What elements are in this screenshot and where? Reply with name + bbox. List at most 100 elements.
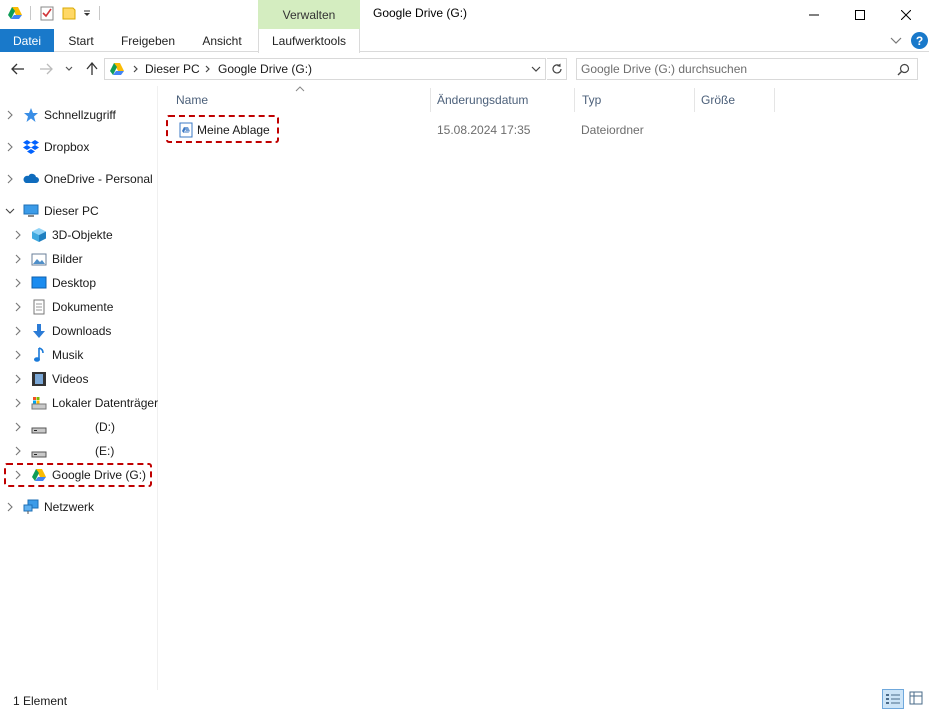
refresh-button[interactable] — [547, 58, 567, 80]
chevron-right-icon[interactable] — [13, 230, 23, 240]
tab-ansicht[interactable]: Ansicht — [193, 29, 251, 52]
breadcrumb-google-drive[interactable]: Google Drive (G:) — [218, 62, 312, 76]
chevron-right-icon[interactable] — [13, 302, 23, 312]
column-header-name[interactable]: Name — [176, 93, 208, 107]
maximize-button[interactable] — [837, 0, 883, 29]
chevron-down-icon — [531, 66, 541, 72]
file-name: Meine Ablage — [197, 123, 270, 137]
sidebar-item-downloads[interactable]: Downloads — [0, 320, 158, 342]
tab-freigeben[interactable]: Freigeben — [112, 29, 184, 52]
sidebar-item-dokumente[interactable]: Dokumente — [0, 296, 158, 318]
back-button[interactable] — [8, 59, 28, 79]
sidebar-item-label: Schnellzugriff — [44, 108, 116, 122]
sidebar-item-dieser-pc[interactable]: Dieser PC — [0, 200, 158, 222]
chevron-right-icon[interactable] — [5, 174, 15, 184]
sidebar-item-drive-d[interactable]: (D:) — [0, 416, 158, 438]
sidebar-item-label: Netzwerk — [44, 500, 95, 514]
sidebar-item-schnellzugriff[interactable]: Schnellzugriff — [0, 104, 158, 126]
item-count: 1 Element — [13, 694, 68, 708]
sidebar-item-label: Dokumente — [52, 300, 114, 314]
chevron-right-icon[interactable] — [205, 65, 211, 73]
chevron-right-icon[interactable] — [5, 502, 15, 512]
breadcrumb-dieser-pc[interactable]: Dieser PC — [145, 62, 200, 76]
minimize-button[interactable] — [791, 0, 837, 29]
chevron-right-icon[interactable] — [13, 350, 23, 360]
sidebar-item-label: Bilder — [52, 252, 83, 266]
ribbon-tabs: Datei Start Freigeben Ansicht Laufwerkto… — [0, 29, 929, 53]
address-bar[interactable]: Dieser PC Google Drive (G:) — [104, 58, 546, 80]
sidebar-item-drive-e[interactable]: (E:) — [0, 440, 158, 462]
sidebar-item-lokaler-datentraeger[interactable]: Lokaler Datenträger — [0, 392, 158, 414]
sidebar-item-netzwerk[interactable]: Netzwerk — [0, 496, 158, 518]
title-bar: Verwalten Google Drive (G:) — [0, 0, 929, 29]
chevron-right-icon[interactable] — [13, 398, 23, 408]
sidebar-item-dropbox[interactable]: Dropbox — [0, 136, 158, 158]
desktop-icon — [31, 276, 47, 289]
arrow-up-icon — [86, 62, 98, 75]
arrow-left-icon — [11, 63, 24, 75]
sidebar-item-label: Musik — [52, 348, 84, 362]
sidebar-item-3d-objekte[interactable]: 3D-Objekte — [0, 224, 158, 246]
music-icon — [34, 347, 44, 362]
column-header-size[interactable]: Größe — [701, 93, 735, 107]
chevron-right-icon[interactable] — [13, 254, 23, 264]
search-input[interactable] — [581, 61, 881, 77]
chevron-right-icon[interactable] — [13, 278, 23, 288]
large-icons-view-button[interactable] — [906, 689, 928, 709]
chevron-right-icon[interactable] — [5, 110, 15, 120]
chevron-right-icon[interactable] — [13, 326, 23, 336]
sidebar-item-musik[interactable]: Musik — [0, 344, 158, 366]
sidebar-item-bilder[interactable]: Bilder — [0, 248, 158, 270]
tab-datei[interactable]: Datei — [0, 29, 54, 52]
expand-ribbon-icon[interactable] — [890, 36, 902, 46]
column-divider[interactable] — [694, 88, 695, 112]
forward-button[interactable] — [36, 59, 56, 79]
status-bar: 1 Element — [0, 689, 929, 711]
help-button[interactable]: ? — [911, 32, 928, 49]
sidebar-item-onedrive[interactable]: OneDrive - Personal — [0, 168, 158, 190]
sidebar-item-label: (D:) — [95, 420, 115, 434]
table-row[interactable]: Meine Ablage 15.08.2024 17:35 Dateiordne… — [166, 115, 906, 143]
close-button[interactable] — [883, 0, 929, 29]
recent-locations-button[interactable] — [62, 59, 76, 79]
up-button[interactable] — [82, 59, 102, 79]
tab-start[interactable]: Start — [58, 29, 104, 52]
shared-folder-icon — [179, 122, 193, 138]
chevron-down-icon[interactable] — [5, 206, 15, 216]
column-divider[interactable] — [574, 88, 575, 112]
details-view-button[interactable] — [882, 689, 904, 709]
google-drive-icon — [8, 7, 22, 19]
video-icon — [32, 372, 46, 386]
customize-quickaccess-icon[interactable] — [81, 5, 93, 21]
sort-ascending-icon — [295, 86, 305, 92]
chevron-right-icon[interactable] — [13, 470, 23, 480]
google-drive-icon — [110, 63, 124, 75]
chevron-right-icon[interactable] — [13, 422, 23, 432]
sidebar-item-desktop[interactable]: Desktop — [0, 272, 158, 294]
sidebar-item-label: Lokaler Datenträger — [52, 396, 159, 410]
chevron-right-icon[interactable] — [133, 65, 139, 73]
column-header-date[interactable]: Änderungsdatum — [437, 93, 528, 107]
computer-icon — [23, 204, 39, 217]
sidebar-item-label: Videos — [52, 372, 89, 386]
sidebar-item-label: (E:) — [95, 444, 115, 458]
new-folder-icon[interactable] — [61, 5, 77, 21]
column-divider[interactable] — [774, 88, 775, 112]
address-history-dropdown[interactable] — [527, 59, 545, 79]
sidebar-item-videos[interactable]: Videos — [0, 368, 158, 390]
chevron-right-icon[interactable] — [13, 374, 23, 384]
tab-verwalten-context[interactable]: Verwalten — [258, 0, 360, 29]
chevron-right-icon[interactable] — [13, 446, 23, 456]
large-icons-view-icon — [909, 691, 923, 705]
file-type: Dateiordner — [581, 123, 644, 137]
column-divider[interactable] — [430, 88, 431, 112]
search-box[interactable] — [576, 58, 918, 80]
search-icon[interactable] — [897, 63, 910, 76]
file-name-highlight[interactable]: Meine Ablage — [166, 115, 279, 143]
sidebar-item-label: Google Drive (G:) — [52, 468, 147, 482]
chevron-right-icon[interactable] — [5, 142, 15, 152]
properties-icon[interactable] — [39, 5, 55, 21]
tab-laufwerktools[interactable]: Laufwerktools — [258, 29, 360, 53]
sidebar-item-google-drive[interactable]: Google Drive (G:) — [4, 463, 152, 487]
column-header-type[interactable]: Typ — [582, 93, 601, 107]
